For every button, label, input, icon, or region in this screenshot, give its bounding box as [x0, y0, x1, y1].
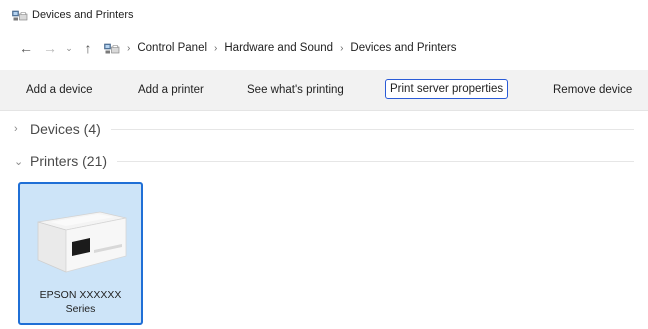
printer-name: EPSON XXXXXX Series — [20, 288, 141, 316]
devices-printers-icon — [104, 42, 120, 54]
arrow-up-icon[interactable]: ↑ — [78, 38, 98, 58]
printers-group-header[interactable]: ⌄ Printers (21) — [14, 153, 634, 169]
breadcrumb-separator: › — [127, 42, 131, 54]
breadcrumb-separator[interactable]: › — [214, 43, 217, 54]
group-divider — [117, 160, 634, 162]
breadcrumb-control-panel[interactable]: Control Panel — [137, 42, 207, 54]
devices-and-printers-window: Devices and Printers ← → ⌄ ↑ › Control P… — [0, 0, 648, 329]
window-title: Devices and Printers — [32, 9, 134, 21]
chevron-down-icon[interactable]: ⌄ — [14, 155, 26, 168]
breadcrumb-hardware-and-sound[interactable]: Hardware and Sound — [224, 42, 333, 54]
devices-printers-icon — [12, 9, 28, 21]
breadcrumb-separator[interactable]: › — [340, 43, 343, 54]
printer-tile[interactable]: EPSON XXXXXX Series — [18, 182, 143, 325]
title-bar: Devices and Printers — [0, 0, 648, 30]
breadcrumb-devices-and-printers[interactable]: Devices and Printers — [350, 42, 456, 54]
devices-group-header[interactable]: › Devices (4) — [14, 121, 634, 137]
command-bar: Add a device Add a printer See what's pr… — [0, 70, 648, 111]
add-device-button[interactable]: Add a device — [26, 81, 93, 99]
print-server-properties-button[interactable]: Print server properties — [385, 79, 509, 99]
group-divider — [110, 128, 634, 130]
add-printer-button[interactable]: Add a printer — [138, 81, 204, 99]
remove-device-button[interactable]: Remove device — [553, 81, 632, 99]
arrow-left-icon[interactable]: ← — [16, 38, 36, 58]
address-bar: ← → ⌄ ↑ › Control Panel › Hardware and S… — [0, 34, 648, 62]
printers-group-label: Printers (21) — [30, 153, 108, 169]
chevron-down-icon[interactable]: ⌄ — [62, 38, 76, 58]
arrow-right-icon[interactable]: → — [40, 38, 60, 58]
see-whats-printing-button[interactable]: See what's printing — [247, 81, 344, 99]
printer-icon — [37, 211, 127, 273]
printer-name-line-1: EPSON XXXXXX — [39, 289, 122, 301]
printer-name-line-2: Series — [65, 303, 96, 315]
devices-group-label: Devices (4) — [30, 121, 101, 137]
chevron-right-icon[interactable]: › — [14, 123, 26, 135]
